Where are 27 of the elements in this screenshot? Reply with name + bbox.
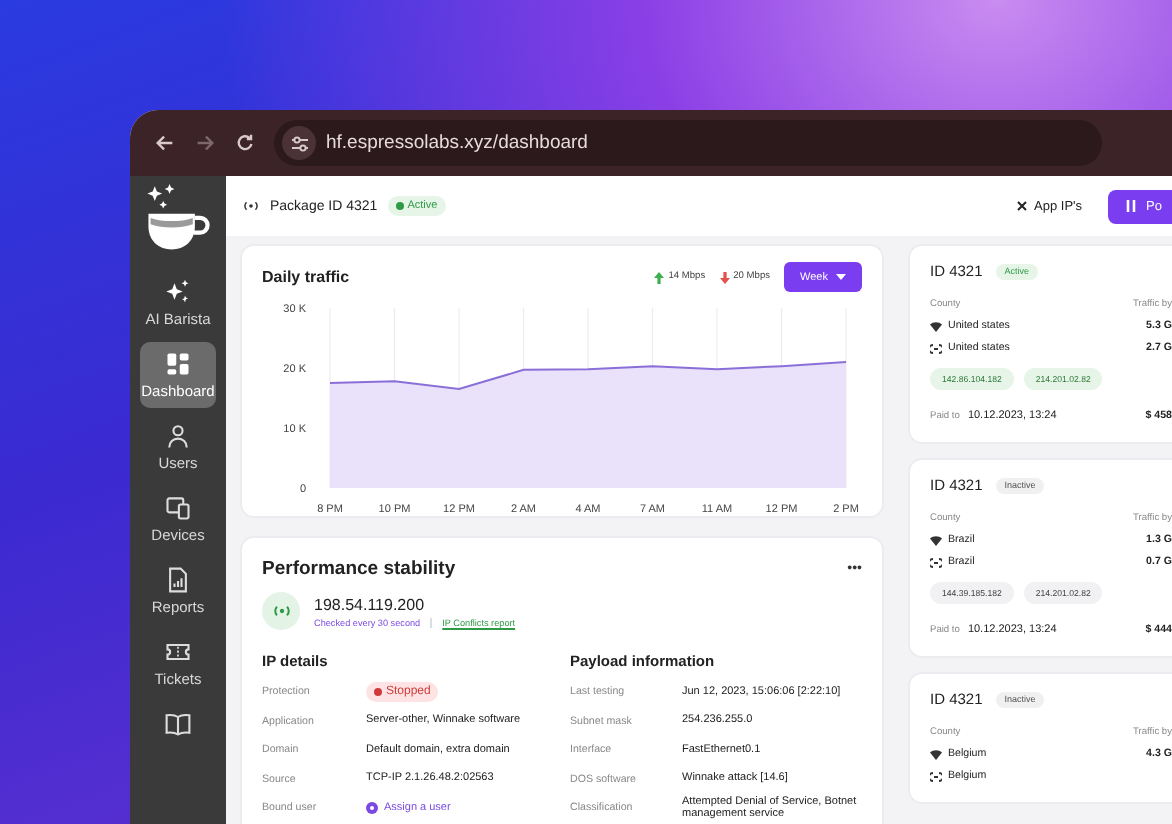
dashboard-icon (164, 350, 192, 378)
card-title: Daily traffic (262, 268, 350, 286)
caret-icon (836, 274, 846, 280)
signal-icon (242, 200, 260, 212)
wifi-icon (930, 535, 942, 545)
wifi-icon (930, 321, 942, 331)
gear-icon (366, 802, 378, 815)
report-icon (164, 566, 192, 594)
devices-icon (164, 494, 192, 522)
ethernet-icon (930, 771, 942, 781)
card-title: Performance stability (262, 558, 456, 580)
reload-icon[interactable] (234, 132, 256, 154)
back-icon[interactable] (154, 132, 176, 154)
sparkles-icon (164, 278, 192, 306)
user-icon (164, 422, 192, 450)
forward-icon[interactable] (194, 132, 216, 154)
book-icon (164, 710, 192, 738)
close-icon (1016, 200, 1029, 212)
pause-icon (1126, 200, 1137, 212)
signal-icon (262, 592, 300, 630)
ip-address: 198.54.119.200 (314, 595, 427, 613)
ticket-icon (164, 638, 192, 666)
ethernet-icon (930, 557, 942, 567)
settings-icon[interactable] (289, 133, 309, 153)
ethernet-icon (930, 343, 942, 353)
wifi-icon (930, 749, 942, 759)
address-bar[interactable]: hf.espressolabs.xyz/dashboard (274, 120, 1102, 166)
